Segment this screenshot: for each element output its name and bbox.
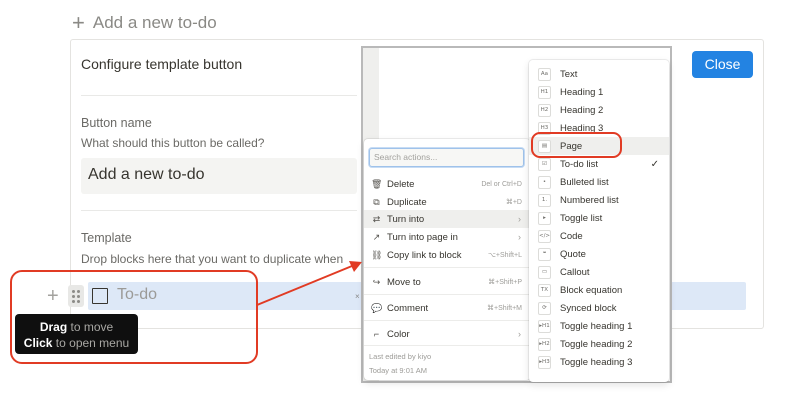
divider [81,210,357,211]
turn-into-heading-1[interactable]: H1 Heading 1 [529,83,669,101]
button-name-hint: What should this button be called? [81,136,265,150]
code-icon: </> [538,229,551,243]
turn-into-quote[interactable]: ❝ Quote [529,245,669,263]
last-edited-by: Last edited by kiyo [369,352,432,361]
menu-item-comment[interactable]: 💬 Comment ⌘+Shift+M [364,299,530,317]
button-name-label: Button name [81,116,152,130]
turn-into-text[interactable]: Aa Text [529,65,669,83]
checkmark-icon: ✓ [650,158,659,170]
comment-icon: 💬 [371,302,383,313]
turn-into-block-equation[interactable]: TX Block equation [529,281,669,299]
turn-into-code[interactable]: </> Code [529,227,669,245]
page-arrow-icon: ↗ [372,231,381,242]
drag-handle-highlight [10,270,258,364]
menu-item-delete[interactable]: 🗑 Delete Del or Ctrl+D [364,175,530,193]
synced-block-icon: ⟳ [538,301,551,315]
close-button[interactable]: Close [692,51,753,78]
turn-into-toggle-heading-1[interactable]: ▸H1 Toggle heading 1 [529,317,669,335]
todo-list-icon: ☑ [538,157,551,171]
quote-icon: ❝ [538,247,551,261]
template-label: Template [81,231,132,245]
last-edited-time: Today at 9:01 AM [369,366,427,375]
turn-into-synced-block[interactable]: ⟳ Synced block [529,299,669,317]
toggle-heading-3-icon: ▸H3 [538,355,551,369]
callout-icon: ▭ [538,265,551,279]
toggle-heading-2-icon: ▸H2 [538,337,551,351]
menu-divider [364,294,530,295]
close-x-icon: × [355,292,360,301]
equation-icon: TX [538,283,551,297]
numbered-list-icon: 1. [538,193,551,207]
turn-into-toggle-heading-2[interactable]: ▸H2 Toggle heading 2 [529,335,669,353]
chevron-right-icon: › [518,329,521,339]
search-actions-input[interactable]: Search actions... [369,148,524,167]
add-todo-button[interactable]: + Add a new to-do [72,10,217,36]
template-hint: Drop blocks here that you want to duplic… [81,252,344,266]
menu-divider [364,345,530,346]
turn-into-toggle-heading-3[interactable]: ▸H3 Toggle heading 3 [529,353,669,371]
paint-roller-icon: ⌐ [373,329,380,339]
menu-item-color[interactable]: ⌐ Color › [364,325,530,343]
link-icon: ⛓ [371,249,383,260]
menu-divider [364,267,530,268]
menu-divider [364,320,530,321]
menu-item-turn-into-page[interactable]: ↗ Turn into page in › [364,228,530,246]
text-block-icon: Aa [538,67,551,81]
duplicate-icon: ⧉ [373,196,380,207]
plus-icon: + [72,10,85,35]
menu-item-duplicate[interactable]: ⧉ Duplicate ⌘+D [364,193,530,211]
chevron-right-icon: › [518,232,521,242]
button-name-input[interactable]: Add a new to-do [81,158,357,194]
page-option-highlight [531,132,622,158]
bulleted-list-icon: • [538,175,551,189]
toggle-heading-1-icon: ▸H1 [538,319,551,333]
toggle-list-icon: ▸ [538,211,551,225]
menu-item-copy-link[interactable]: ⛓ Copy link to block ⌥+Shift+L [364,246,530,264]
panel-title: Configure template button [81,56,243,72]
turn-into-icon: ⇄ [372,213,381,224]
chevron-right-icon: › [518,214,521,224]
turn-into-callout[interactable]: ▭ Callout [529,263,669,281]
turn-into-toggle-list[interactable]: ▸ Toggle list [529,209,669,227]
divider [81,95,357,96]
turn-into-heading-2[interactable]: H2 Heading 2 [529,101,669,119]
menu-item-turn-into[interactable]: ⇄ Turn into › [364,210,530,228]
trash-icon: 🗑 [371,178,383,189]
heading-1-icon: H1 [538,85,551,99]
add-todo-label: Add a new to-do [92,13,217,32]
turn-into-bulleted-list[interactable]: • Bulleted list [529,173,669,191]
turn-into-numbered-list[interactable]: 1. Numbered list [529,191,669,209]
heading-2-icon: H2 [538,103,551,117]
move-arrow-icon: ↪ [372,276,381,287]
menu-item-move-to[interactable]: ↪ Move to ⌘+Shift+P [364,273,530,291]
